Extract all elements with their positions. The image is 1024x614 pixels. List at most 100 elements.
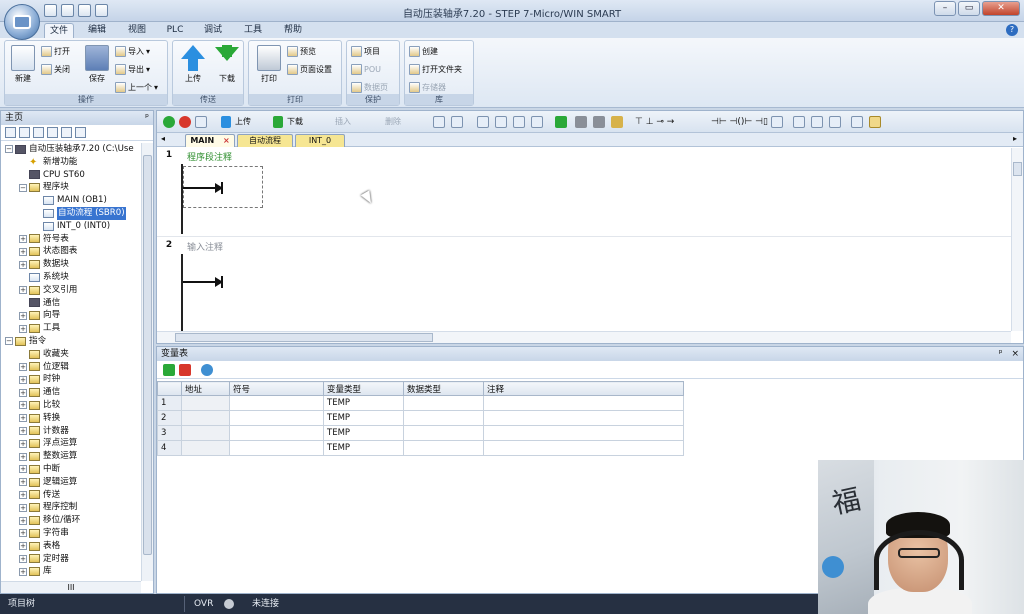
cell-address[interactable] — [181, 395, 230, 411]
lock-icon[interactable] — [593, 116, 605, 128]
table-row[interactable]: 3 TEMP — [157, 425, 684, 441]
toolbar-insert[interactable]: 插入 — [335, 116, 351, 128]
tree-node[interactable]: − 指令 — [1, 335, 141, 348]
close-window-button[interactable]: ✕ — [982, 1, 1020, 16]
close-button[interactable]: 关闭 — [41, 63, 70, 76]
cell-comment[interactable] — [483, 395, 684, 411]
tree-node[interactable]: ✦ 新增功能 — [1, 156, 141, 169]
column-header-comment[interactable]: 注释 — [483, 381, 684, 396]
expand-icon[interactable]: + — [19, 529, 27, 538]
tree-node[interactable]: − 程序块 — [1, 181, 141, 194]
run-icon[interactable] — [163, 116, 175, 128]
upload-button[interactable]: 上传 — [177, 43, 209, 84]
tree-vertical-scrollbar[interactable] — [141, 143, 153, 581]
tree-node[interactable]: − 自动压装轴承7.20 (C:\Use — [1, 143, 141, 156]
tree-node[interactable]: + 定时器 — [1, 553, 141, 566]
print-button[interactable]: 打印 — [253, 43, 285, 84]
tree-tool-icon[interactable] — [47, 127, 58, 138]
network-icon[interactable] — [513, 116, 525, 128]
tree-node[interactable]: + 传送 — [1, 489, 141, 502]
tree-node[interactable]: + 状态图表 — [1, 245, 141, 258]
table-row[interactable]: 1 TEMP — [157, 395, 684, 411]
network-comment[interactable]: 程序段注释 — [187, 150, 232, 163]
data-page-protect-button[interactable]: 数据页 — [351, 81, 388, 94]
network-icon[interactable] — [495, 116, 507, 128]
expand-icon[interactable]: + — [19, 234, 27, 243]
expand-icon[interactable]: + — [19, 554, 27, 563]
tab-int0[interactable]: INT_0 — [295, 134, 345, 147]
tree-node[interactable]: + 转换 — [1, 412, 141, 425]
open-button[interactable]: 打开 — [41, 45, 70, 58]
editor-horizontal-scrollbar[interactable] — [157, 331, 1011, 343]
tree-node[interactable]: 通信 — [1, 297, 141, 310]
tree-tool-icon[interactable] — [61, 127, 72, 138]
tree-tool-icon[interactable] — [75, 127, 86, 138]
expand-icon[interactable]: + — [19, 452, 27, 461]
expand-icon[interactable]: + — [19, 516, 27, 525]
tab-main[interactable]: MAIN × — [185, 134, 235, 147]
expand-icon[interactable]: + — [19, 286, 27, 295]
tree-node[interactable]: + 逻辑运算 — [1, 476, 141, 489]
expand-icon[interactable]: + — [19, 503, 27, 512]
edit-icon[interactable] — [811, 116, 823, 128]
properties-icon[interactable] — [851, 116, 863, 128]
expand-icon[interactable]: + — [19, 324, 27, 333]
tree-node[interactable]: + 符号表 — [1, 233, 141, 246]
tree-node[interactable]: + 数据块 — [1, 258, 141, 271]
application-menu-button[interactable] — [4, 4, 40, 40]
expand-icon[interactable]: + — [19, 247, 27, 256]
cell-var-type[interactable]: TEMP — [323, 410, 404, 426]
network-icon[interactable] — [477, 116, 489, 128]
tree-node[interactable]: + 向导 — [1, 309, 141, 322]
cell-address[interactable] — [181, 410, 230, 426]
create-library-button[interactable]: 创建 — [409, 45, 438, 58]
network-icon[interactable] — [531, 116, 543, 128]
tab-file[interactable]: 文件 — [44, 23, 74, 38]
editor-vertical-scrollbar[interactable] — [1011, 148, 1023, 331]
tree-tool-icon[interactable] — [5, 127, 16, 138]
expand-icon[interactable]: + — [19, 311, 27, 320]
tree-horizontal-scrollbar[interactable]: III — [1, 581, 141, 593]
cell-symbol[interactable] — [229, 440, 324, 456]
tab-plc[interactable]: PLC — [162, 23, 188, 38]
export-button[interactable]: 导出 ▾ — [115, 63, 150, 76]
tree-node[interactable]: + 交叉引用 — [1, 284, 141, 297]
tab-close-icon[interactable]: × — [223, 136, 230, 145]
expand-icon[interactable]: + — [19, 439, 27, 448]
tab-help[interactable]: 帮助 — [278, 23, 308, 38]
expand-icon[interactable]: + — [19, 414, 27, 423]
table-row[interactable]: 4 TEMP — [157, 440, 684, 456]
cell-data-type[interactable] — [403, 395, 484, 411]
expand-icon[interactable]: + — [19, 490, 27, 499]
column-header-var-type[interactable]: 变量类型 — [323, 381, 404, 396]
collapse-icon[interactable]: − — [5, 145, 13, 154]
tree-tool-icon[interactable] — [33, 127, 44, 138]
expand-icon[interactable]: + — [19, 567, 27, 576]
symbol-icon[interactable] — [793, 116, 805, 128]
new-button[interactable]: 新建 — [7, 43, 39, 84]
tree-node[interactable]: + 程序控制 — [1, 501, 141, 514]
column-header-symbol[interactable]: 符号 — [229, 381, 324, 396]
pin-icon[interactable]: ᵖ — [145, 111, 149, 125]
column-header-address[interactable]: 地址 — [181, 381, 230, 396]
expand-icon[interactable]: + — [19, 465, 27, 474]
edit-icon[interactable] — [829, 116, 841, 128]
open-folder-button[interactable]: 打开文件夹 — [409, 63, 462, 76]
tree-node[interactable]: + 位逻辑 — [1, 361, 141, 374]
download-button[interactable]: 下载 — [211, 43, 243, 84]
close-icon[interactable]: × — [1011, 349, 1019, 359]
ladder-branch-icons[interactable]: ⊤ ⊥ ⊸ → — [635, 116, 674, 128]
comment-icon[interactable] — [771, 116, 783, 128]
tree-tool-icon[interactable] — [19, 127, 30, 138]
lock-icon[interactable] — [611, 116, 623, 128]
tab-view[interactable]: 视图 — [122, 23, 152, 38]
tree-node[interactable]: + 比较 — [1, 399, 141, 412]
table-row[interactable]: 2 TEMP — [157, 410, 684, 426]
tree-node[interactable]: MAIN (OB1) — [1, 194, 141, 207]
page-setup-button[interactable]: 页面设置 — [287, 63, 332, 76]
save-button[interactable]: 保存 — [81, 43, 113, 84]
tab-tools[interactable]: 工具 — [238, 23, 268, 38]
upload-icon[interactable] — [221, 116, 231, 128]
tree-node[interactable]: + 字符串 — [1, 527, 141, 540]
go-icon[interactable] — [555, 116, 567, 128]
